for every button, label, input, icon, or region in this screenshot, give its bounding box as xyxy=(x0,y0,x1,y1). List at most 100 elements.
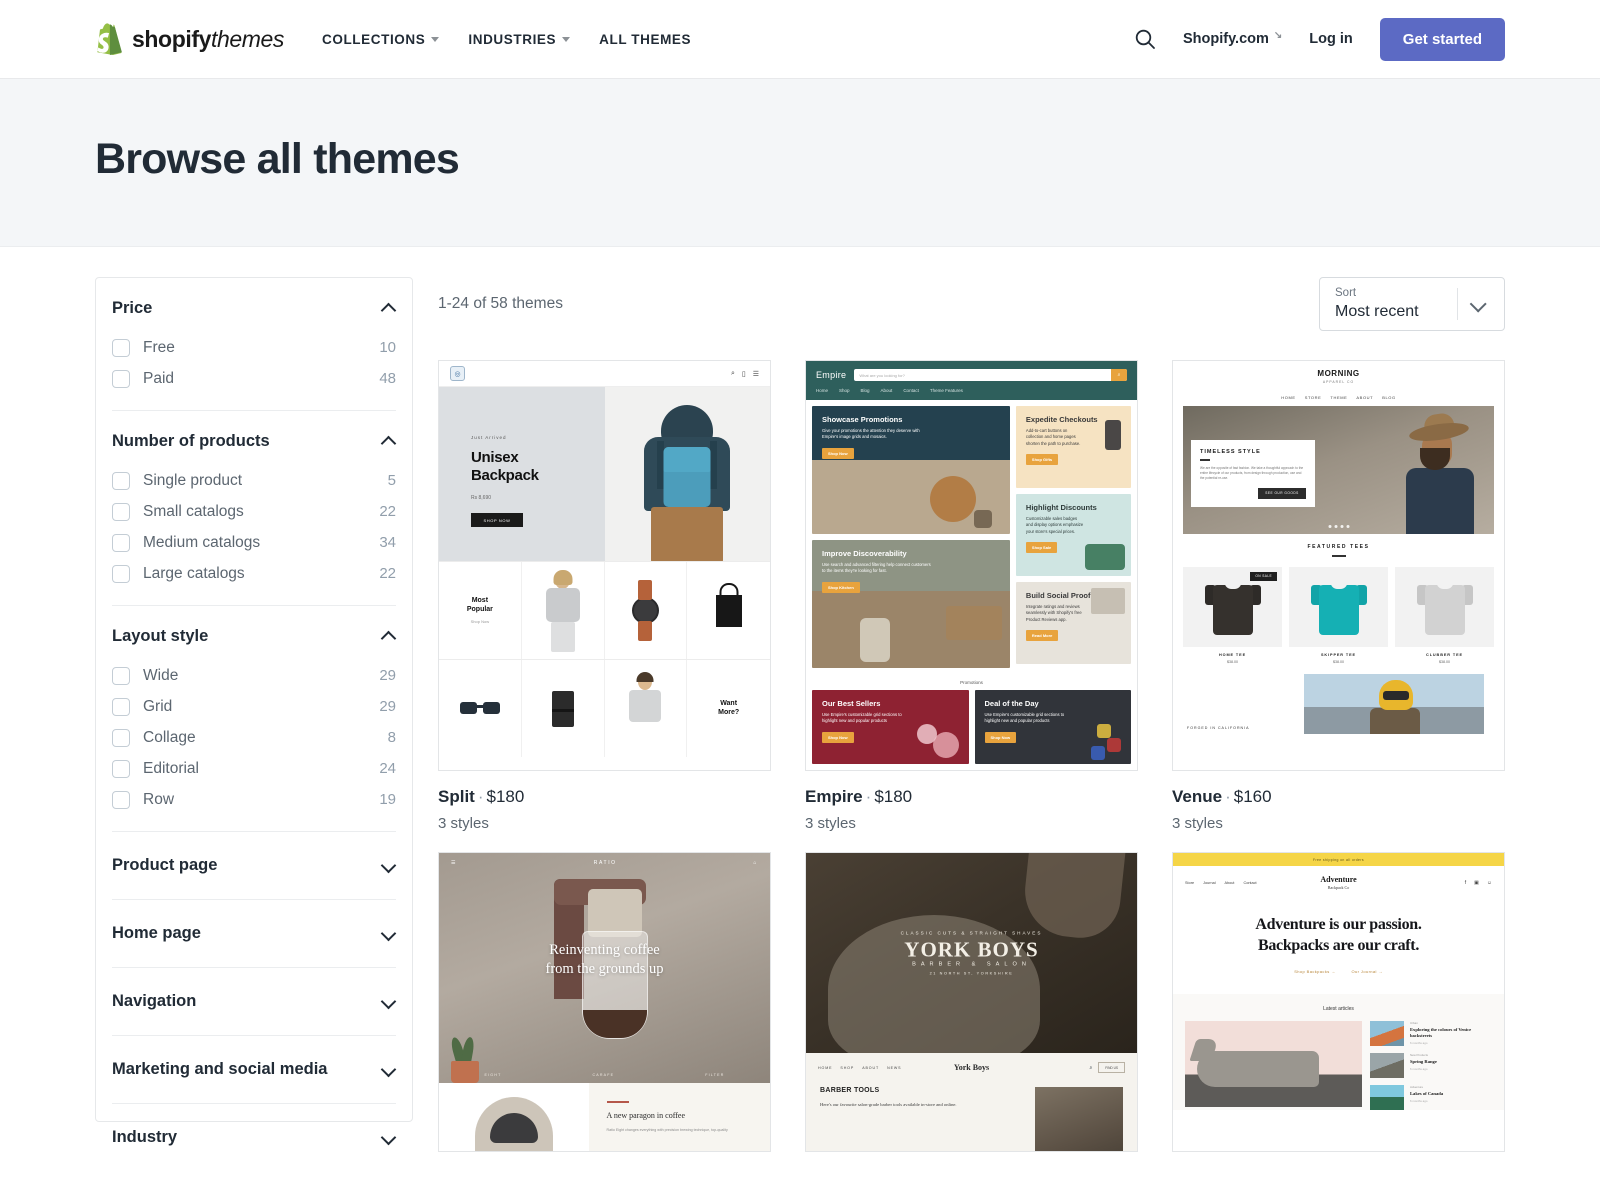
header-actions: Shopify.com ↘ Log in Get started xyxy=(1134,18,1505,61)
filter-header-product-page[interactable]: Product page xyxy=(112,832,396,899)
filter-count-wide: 29 xyxy=(379,667,396,684)
sort-select[interactable]: Sort Most recent xyxy=(1319,277,1505,331)
checkbox-editorial[interactable] xyxy=(112,760,130,778)
nav-industries[interactable]: INDUSTRIES xyxy=(468,32,570,47)
venue-nav-blog: BLOG xyxy=(1382,395,1396,400)
empire-promotions-label: Promotions xyxy=(806,674,1137,690)
checkbox-large-catalogs[interactable] xyxy=(112,565,130,583)
search-icon[interactable] xyxy=(1134,28,1156,50)
nav-all-themes[interactable]: ALL THEMES xyxy=(599,32,691,47)
nav-collections[interactable]: COLLECTIONS xyxy=(322,32,439,47)
login-link[interactable]: Log in xyxy=(1309,31,1353,47)
empire-promo-showcase-body: Give your promotions the attention they … xyxy=(822,428,932,441)
chevron-down-icon xyxy=(382,1063,396,1077)
theme-thumbnail-split[interactable]: ◎ ⌕ ▯ ☰ Just Arrived UnisexBackpack xyxy=(438,360,771,771)
split-preview-section-sub: Shop Now xyxy=(467,619,493,624)
theme-card-york-boys[interactable]: CLASSIC CUTS & STRAIGHT SHAVES YORK BOYS… xyxy=(805,852,1138,1152)
venue-nav-home: HOME xyxy=(1281,395,1295,400)
checkbox-wide[interactable] xyxy=(112,667,130,685)
theme-thumbnail-empire[interactable]: Empire What are you looking for? ⌕ Home … xyxy=(805,360,1138,771)
filter-option-small-catalogs[interactable]: Small catalogs 22 xyxy=(112,496,396,527)
filter-header-layout-style[interactable]: Layout style xyxy=(112,606,396,660)
empire-preview-bottom: Our Best Sellers Use Empire's customizab… xyxy=(806,690,1137,770)
filter-option-paid[interactable]: Paid 48 xyxy=(112,363,396,394)
empire-bottom-best-body: Use Empire's customizable grid sections … xyxy=(822,712,907,725)
filter-option-collage[interactable]: Collage 8 xyxy=(112,722,396,753)
filter-label-wide: Wide xyxy=(143,667,379,685)
login-label: Log in xyxy=(1309,31,1353,47)
empire-promo-discoverability-body: Use search and advanced filtering help c… xyxy=(822,562,932,575)
external-link-icon: ↘ xyxy=(1274,30,1282,41)
filter-count-paid: 48 xyxy=(379,370,396,387)
venue-hero-card: TIMELESS STYLE We are the opposite of fa… xyxy=(1191,440,1315,507)
ratio-preview: ☰ RATIO ⌂ xyxy=(439,853,770,1151)
filter-title-price: Price xyxy=(112,299,152,318)
adventure-feature-image xyxy=(1185,1021,1362,1107)
checkbox-row[interactable] xyxy=(112,791,130,809)
filter-option-single-product[interactable]: Single product 5 xyxy=(112,465,396,496)
empire-promo-showcase-title: Showcase Promotions xyxy=(822,415,1000,424)
theme-card-adventure[interactable]: Free shipping on all orders Store Journa… xyxy=(1172,852,1505,1152)
checkbox-medium-catalogs[interactable] xyxy=(112,534,130,552)
empire-nav-about: About xyxy=(881,388,893,393)
filter-header-home-page[interactable]: Home page xyxy=(112,900,396,967)
theme-thumbnail-adventure[interactable]: Free shipping on all orders Store Journa… xyxy=(1172,852,1505,1152)
theme-card-ratio[interactable]: ☰ RATIO ⌂ xyxy=(438,852,771,1152)
shopify-themes-logo[interactable]: shopifythemes xyxy=(95,23,284,55)
filter-option-editorial[interactable]: Editorial 24 xyxy=(112,753,396,784)
filter-option-grid[interactable]: Grid 29 xyxy=(112,691,396,722)
search-icon: ⌕ xyxy=(731,370,735,378)
filter-option-medium-catalogs[interactable]: Medium catalogs 34 xyxy=(112,527,396,558)
checkbox-grid[interactable] xyxy=(112,698,130,716)
theme-card-split[interactable]: ◎ ⌕ ▯ ☰ Just Arrived UnisexBackpack xyxy=(438,360,771,832)
empire-promo-social-body: Integrate ratings and reviews seamlessly… xyxy=(1026,604,1085,623)
filter-group-home-page: Home page xyxy=(112,900,396,968)
york-nav-shop: SHOP xyxy=(840,1066,854,1070)
empire-promo-social-cta: Read More xyxy=(1026,630,1058,641)
filter-header-industry[interactable]: Industry xyxy=(112,1104,396,1171)
page-content: Price Free 10 Paid 48 Number of products xyxy=(0,247,1600,1152)
empire-preview-search-placeholder: What are you looking for? xyxy=(859,373,905,378)
split-preview-icons: ⌕ ▯ ☰ xyxy=(731,370,759,378)
theme-card-venue[interactable]: MORNING APPAREL CO HOME STORE THEME ABOU… xyxy=(1172,360,1505,832)
venue-preview-logo: MORNING xyxy=(1173,369,1504,378)
filter-option-wide[interactable]: Wide 29 xyxy=(112,660,396,691)
checkbox-paid[interactable] xyxy=(112,370,130,388)
theme-thumbnail-ratio[interactable]: ☰ RATIO ⌂ xyxy=(438,852,771,1152)
theme-card-empire[interactable]: Empire What are you looking for? ⌕ Home … xyxy=(805,360,1138,832)
venue-product-home-tee: ON SALE HOME TEE $38.00 xyxy=(1183,567,1282,664)
filter-count-small-catalogs: 22 xyxy=(379,503,396,520)
empire-bottom-best-sellers: Our Best Sellers Use Empire's customizab… xyxy=(812,690,969,764)
filter-option-large-catalogs[interactable]: Large catalogs 22 xyxy=(112,558,396,589)
venue-product-name-skipper: SKIPPER TEE xyxy=(1289,653,1388,657)
filter-option-row[interactable]: Row 19 xyxy=(112,784,396,815)
split-preview-product-wallet xyxy=(522,660,605,757)
page-title: Browse all themes xyxy=(95,135,1505,184)
filter-option-free[interactable]: Free 10 xyxy=(112,332,396,363)
theme-meta-empire: Empire·$180 3 styles xyxy=(805,771,1138,832)
checkbox-small-catalogs[interactable] xyxy=(112,503,130,521)
checkbox-collage[interactable] xyxy=(112,729,130,747)
shopify-com-link[interactable]: Shopify.com ↘ xyxy=(1183,31,1282,47)
logo-shopify-text: shopify xyxy=(132,26,211,52)
article-category: New Products xyxy=(1410,1053,1437,1057)
theme-thumbnail-york-boys[interactable]: CLASSIC CUTS & STRAIGHT SHAVES YORK BOYS… xyxy=(805,852,1138,1152)
empire-preview-nav: Home Shop Blog About Contact Theme Featu… xyxy=(816,381,1127,400)
filter-header-marketing-and-social-media[interactable]: Marketing and social media xyxy=(112,1036,396,1103)
filter-label-medium-catalogs: Medium catalogs xyxy=(143,534,379,552)
adventure-hero-ctas: Shop Backpacks → Our Journal → xyxy=(1183,969,1494,974)
checkbox-single-product[interactable] xyxy=(112,472,130,490)
york-boys-find-us-button: FIND US xyxy=(1098,1062,1125,1073)
filter-header-number-of-products[interactable]: Number of products xyxy=(112,411,396,465)
chevron-down-icon[interactable] xyxy=(1458,298,1504,310)
filter-header-price[interactable]: Price xyxy=(112,278,396,332)
checkbox-free[interactable] xyxy=(112,339,130,357)
theme-thumbnail-venue[interactable]: MORNING APPAREL CO HOME STORE THEME ABOU… xyxy=(1172,360,1505,771)
chevron-up-icon xyxy=(382,435,396,449)
filter-group-product-page: Product page xyxy=(112,832,396,900)
filter-header-navigation[interactable]: Navigation xyxy=(112,968,396,1035)
split-preview-topbar: ◎ ⌕ ▯ ☰ xyxy=(439,361,770,387)
get-started-button[interactable]: Get started xyxy=(1380,18,1505,61)
york-boys-brand-sub: BARBER & SALON xyxy=(806,962,1137,968)
york-boys-preview-navbar: HOME SHOP ABOUT NEWS York Boys ⌕ FIND US xyxy=(806,1053,1137,1073)
